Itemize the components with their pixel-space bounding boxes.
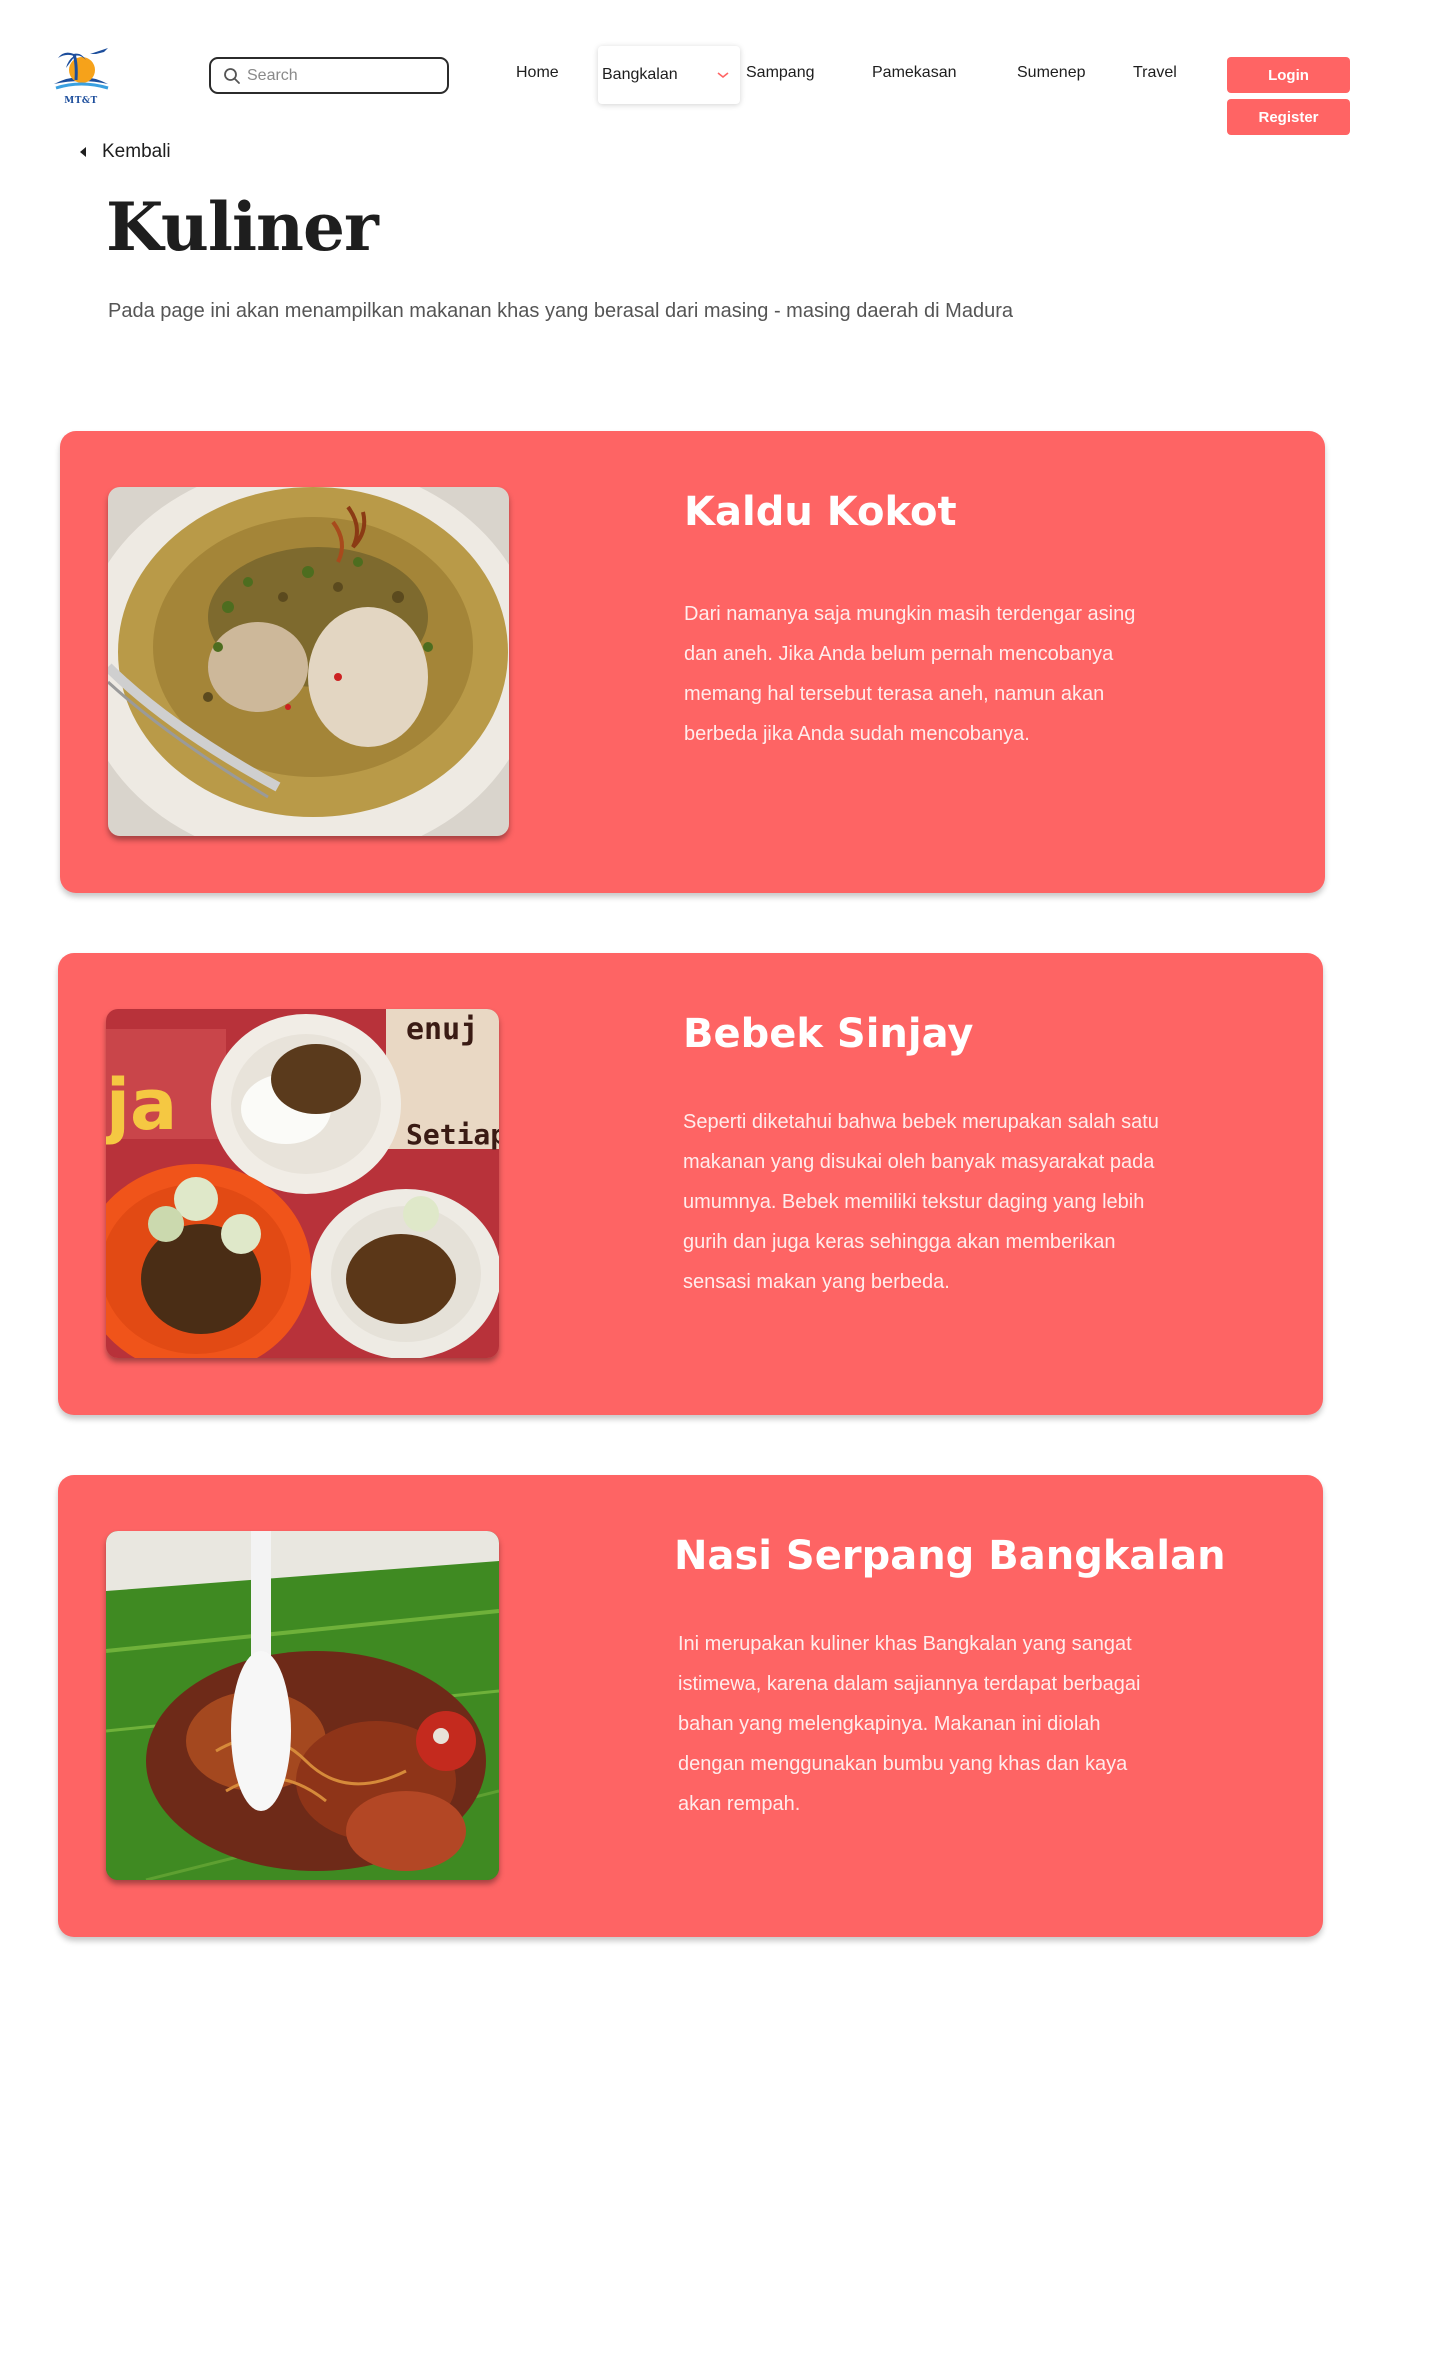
nav-home[interactable]: Home [516, 64, 559, 82]
nav-sumenep[interactable]: Sumenep [1017, 64, 1086, 82]
search-input[interactable] [247, 66, 442, 85]
chevron-down-icon [717, 72, 729, 79]
card-description: Ini merupakan kuliner khas Bangkalan yan… [678, 1633, 1141, 1815]
nasi-serpang-photo [106, 1531, 499, 1880]
login-button[interactable]: Login [1227, 57, 1350, 93]
page-title: Kuliner [106, 188, 379, 266]
logo[interactable]: MT&T [46, 40, 116, 110]
card-title: Nasi Serpang Bangkalan [674, 1533, 1226, 1579]
kaldu-kokot-image [108, 487, 509, 836]
back-label: Kembali [102, 141, 171, 162]
svg-text:enuj: enuj [406, 1012, 478, 1047]
register-button[interactable]: Register [1227, 99, 1350, 135]
nav-bangkalan-dropdown[interactable]: Bangkalan [598, 46, 740, 104]
card-description: Dari namanya saja mungkin masih terdenga… [684, 603, 1136, 745]
logo-icon [54, 48, 109, 90]
food-card-kaldu-kokot: Kaldu Kokot Dari namanya saja mungkin ma… [60, 431, 1325, 893]
caret-left-icon [80, 147, 86, 157]
nasi-serpang-image [106, 1531, 499, 1880]
nav-travel[interactable]: Travel [1133, 64, 1177, 82]
page-description: Pada page ini akan menampilkan makanan k… [108, 300, 1013, 322]
card-description: Seperti diketahui bahwa bebek merupakan … [683, 1111, 1159, 1293]
food-card-bebek-sinjay: enuj Setiap ja Bebek Sinjay Seperti dike… [58, 953, 1323, 1415]
card-title: Bebek Sinjay [683, 1011, 974, 1057]
svg-text:Setiap: Setiap [406, 1118, 499, 1151]
bebek-sinjay-photo: enuj Setiap ja [106, 1009, 499, 1358]
food-card-nasi-serpang: Nasi Serpang Bangkalan Ini merupakan kul… [58, 1475, 1323, 1937]
back-link[interactable]: Kembali [78, 141, 171, 163]
bebek-sinjay-image: enuj Setiap ja [106, 1009, 499, 1358]
nav-bangkalan-label: Bangkalan [602, 66, 678, 83]
nav-pamekasan[interactable]: Pamekasan [872, 64, 957, 82]
search-box[interactable] [209, 57, 449, 94]
svg-text:ja: ja [106, 1064, 177, 1146]
card-title: Kaldu Kokot [684, 489, 957, 535]
logo-text: MT&T [64, 96, 98, 106]
kaldu-kokot-photo [108, 487, 509, 836]
search-icon [224, 67, 240, 84]
nav-sampang[interactable]: Sampang [746, 64, 815, 82]
